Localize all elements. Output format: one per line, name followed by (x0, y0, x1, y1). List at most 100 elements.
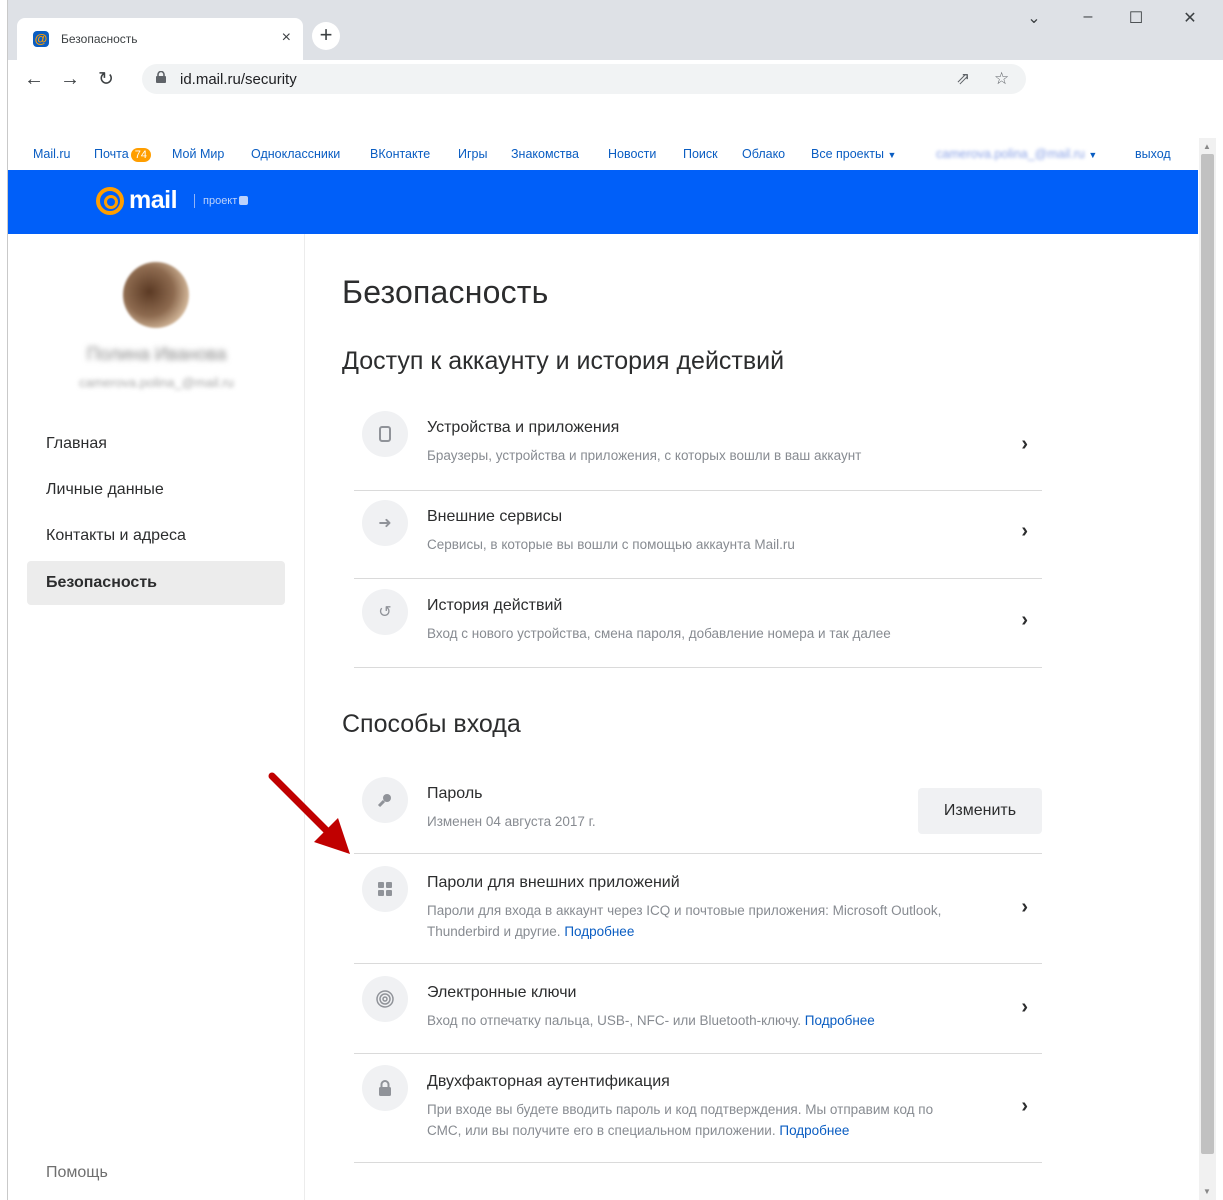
vk-icon (239, 196, 249, 205)
history-icon: ↺ (362, 589, 408, 635)
change-password-button[interactable]: Изменить (918, 788, 1042, 834)
row-title: Двухфакторная аутентификация (427, 1073, 670, 1090)
portal-link-cloud[interactable]: Облако (742, 147, 785, 161)
scrollbar-thumb[interactable] (1201, 154, 1214, 1154)
avatar[interactable] (123, 262, 189, 328)
sidebar: Полина Иванова camerova.polina_@mail.ru … (8, 234, 305, 1200)
row-two-factor[interactable]: Двухфакторная аутентификация При входе в… (354, 1065, 1042, 1163)
user-email: camerova.polina_@mail.ru (79, 375, 234, 390)
portal-link-games[interactable]: Игры (458, 147, 487, 161)
scroll-up-icon[interactable]: ▲ (1203, 142, 1211, 151)
row-subtitle: Пароли для входа в аккаунт через ICQ и п… (427, 900, 967, 942)
arrow-right-icon: ➜ (362, 500, 408, 546)
minimize-icon[interactable]: – (1068, 8, 1108, 26)
fingerprint-icon (362, 976, 408, 1022)
row-subtitle-text: При входе вы будете вводить пароль и код… (427, 1102, 934, 1138)
row-subtitle: Браузеры, устройства и приложения, с кот… (427, 448, 862, 463)
brand-header: mail проект (8, 170, 1198, 234)
back-icon[interactable]: ← (24, 68, 44, 91)
logo-divider (194, 194, 195, 208)
chevron-down-icon: ▼ (887, 150, 897, 160)
portal-link-search[interactable]: Поиск (683, 147, 718, 161)
sidebar-item-contacts[interactable]: Контакты и адреса (27, 514, 285, 558)
forward-icon[interactable]: → (60, 68, 80, 91)
sidebar-item-home[interactable]: Главная (27, 422, 285, 466)
browser-tab[interactable]: @ Безопасность × (17, 18, 303, 60)
more-link[interactable]: Подробнее (564, 924, 634, 939)
mail-logo-icon[interactable] (96, 187, 124, 215)
lock-icon (156, 71, 166, 83)
reload-icon[interactable]: ↻ (98, 68, 114, 91)
all-projects-label: Все проекты (811, 147, 884, 161)
row-title: Электронные ключи (427, 984, 577, 1001)
chevron-right-icon: › (1021, 520, 1028, 542)
row-title: Устройства и приложения (427, 419, 620, 436)
row-subtitle-text: Пароли для входа в аккаунт через ICQ и п… (427, 903, 942, 939)
portal-link-vk[interactable]: ВКонтакте (370, 147, 430, 161)
row-history[interactable]: ↺ История действий Вход с нового устройс… (354, 589, 1042, 668)
new-tab-button[interactable]: + (312, 22, 340, 50)
portal-link-mailru[interactable]: Mail.ru (33, 147, 71, 161)
logout-link[interactable]: выход (1135, 147, 1171, 161)
sidebar-item-security[interactable]: Безопасность (27, 561, 285, 605)
url-text: id.mail.ru/security (180, 71, 297, 88)
tab-title: Безопасность (61, 32, 138, 46)
chevron-right-icon: › (1021, 609, 1028, 631)
row-subtitle: Сервисы, в которые вы вошли с помощью ак… (427, 537, 795, 552)
share-icon[interactable]: ⇗ (956, 69, 970, 89)
section-title-access: Доступ к аккаунту и история действий (342, 347, 785, 375)
portal-link-dating[interactable]: Знакомства (511, 147, 579, 161)
row-title: Пароли для внешних приложений (427, 874, 680, 891)
chevron-right-icon: › (1021, 896, 1028, 918)
chevron-down-icon: ▼ (1088, 150, 1098, 160)
maximize-icon[interactable]: ☐ (1116, 8, 1156, 28)
phone-icon (362, 411, 408, 457)
row-external-services[interactable]: ➜ Внешние сервисы Сервисы, в которые вы … (354, 500, 1042, 579)
project-label-text: проект (203, 195, 238, 207)
browser-window: @ Безопасность × + ⌄ – ☐ ✕ ← → ↻ id.mail… (7, 0, 1223, 1200)
chevron-right-icon: › (1021, 996, 1028, 1018)
portal-link-ok[interactable]: Одноклассники (251, 147, 340, 161)
row-password: Пароль Изменен 04 августа 2017 г. Измени… (354, 777, 1042, 854)
portal-link-mail[interactable]: Почта 74 (94, 147, 151, 162)
project-label: проект (203, 195, 249, 207)
help-link[interactable]: Помощь (46, 1164, 108, 1182)
annotation-arrow-icon (268, 772, 350, 854)
row-app-passwords[interactable]: Пароли для внешних приложений Пароли для… (354, 866, 1042, 964)
tab-close-icon[interactable]: × (282, 29, 291, 47)
user-name: Полина Иванова (86, 344, 227, 364)
row-subtitle: Вход по отпечатку пальца, USB-, NFC- или… (427, 1010, 967, 1031)
portal-link-all-projects[interactable]: Все проекты ▼ (811, 147, 896, 161)
row-title: Внешние сервисы (427, 508, 563, 525)
key-icon (362, 777, 408, 823)
portal-link-mail-label: Почта (94, 147, 129, 161)
portal-link-news[interactable]: Новости (608, 147, 656, 161)
row-subtitle: Изменен 04 августа 2017 г. (427, 814, 596, 829)
address-bar[interactable]: id.mail.ru/security ⇗ ☆ (142, 64, 1026, 94)
chevron-right-icon: › (1021, 1095, 1028, 1117)
portal-user-menu[interactable]: camerova.polina_@mail.ru ▼ (936, 147, 1097, 161)
close-window-icon[interactable]: ✕ (1170, 8, 1210, 28)
portal-bar: Mail.ru Почта 74 Мой Мир Одноклассники ВК… (8, 138, 1198, 170)
browser-toolbar: ← → ↻ id.mail.ru/security ⇗ ☆ (8, 60, 1223, 138)
portal-user-email: camerova.polina_@mail.ru (936, 147, 1085, 161)
page-title: Безопасность (342, 274, 549, 310)
row-subtitle: При входе вы будете вводить пароль и код… (427, 1099, 967, 1141)
row-devices[interactable]: Устройства и приложения Браузеры, устрой… (354, 411, 1042, 491)
scroll-down-icon[interactable]: ▼ (1203, 1187, 1211, 1196)
tab-search-icon[interactable]: ⌄ (1014, 8, 1054, 28)
tab-strip: @ Безопасность × + ⌄ – ☐ ✕ (8, 0, 1223, 60)
row-security-keys[interactable]: Электронные ключи Вход по отпечатку паль… (354, 976, 1042, 1054)
more-link[interactable]: Подробнее (805, 1013, 875, 1028)
sidebar-item-personal-data[interactable]: Личные данные (27, 468, 285, 512)
row-subtitle: Вход с нового устройства, смена пароля, … (427, 626, 891, 641)
section-title-login-methods: Способы входа (342, 710, 521, 738)
more-link[interactable]: Подробнее (779, 1123, 849, 1138)
mail-count-badge: 74 (130, 148, 151, 162)
logo-text[interactable]: mail (129, 186, 178, 215)
portal-link-mymir[interactable]: Мой Мир (172, 147, 224, 161)
mail-favicon-icon: @ (33, 31, 49, 47)
lock-icon (362, 1065, 408, 1111)
bookmark-star-icon[interactable]: ☆ (994, 69, 1009, 89)
row-title: История действий (427, 597, 563, 614)
